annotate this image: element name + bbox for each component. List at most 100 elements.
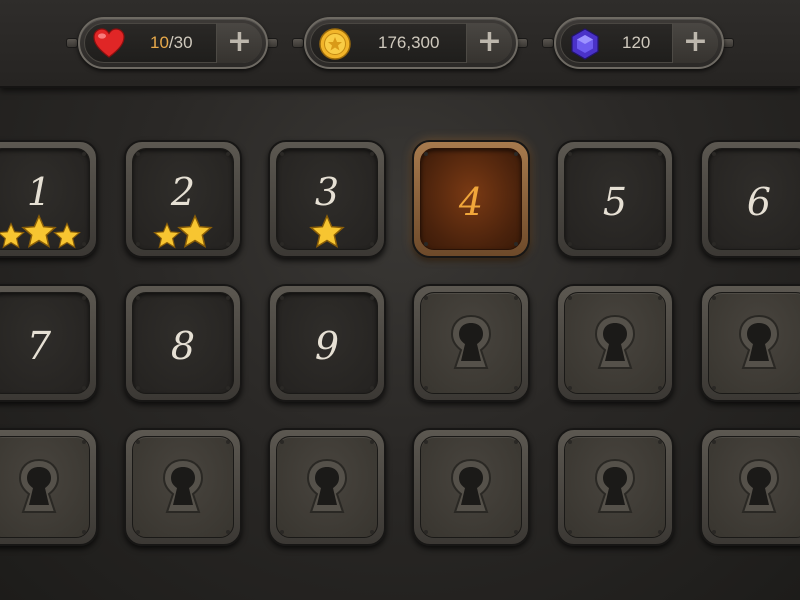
screw — [568, 296, 572, 300]
star-icon — [177, 214, 213, 249]
screw — [280, 440, 284, 444]
lock-icon — [450, 458, 492, 513]
level-number: 5 — [602, 180, 628, 224]
level-tile-2[interactable]: 2 — [124, 140, 242, 258]
star-icon — [21, 214, 57, 249]
screw — [226, 386, 230, 390]
screw — [82, 530, 86, 534]
lock-icon — [738, 458, 780, 513]
star-rating — [126, 214, 240, 250]
screw — [514, 386, 518, 390]
lock-icon — [162, 458, 204, 513]
screw — [136, 530, 140, 534]
level-tile-7[interactable]: 7 — [0, 284, 98, 402]
screw — [280, 152, 284, 156]
level-tile-locked[interactable] — [700, 284, 800, 402]
screw — [136, 386, 140, 390]
screw — [658, 530, 662, 534]
screw — [568, 242, 572, 246]
lock-icon — [306, 458, 348, 513]
gems-value: 120 — [622, 33, 651, 52]
screw — [424, 386, 428, 390]
screw — [370, 152, 374, 156]
lock-icon — [18, 458, 60, 513]
lock-icon — [738, 314, 780, 369]
lock-icon — [594, 458, 636, 513]
screw — [568, 386, 572, 390]
screw — [568, 152, 572, 156]
rivet — [292, 38, 304, 48]
level-tile-locked[interactable] — [556, 284, 674, 402]
rivet — [66, 38, 78, 48]
screw — [514, 242, 518, 246]
lock-icon — [594, 314, 636, 369]
lock-icon — [450, 314, 492, 369]
level-tile-6[interactable]: 6 — [700, 140, 800, 258]
screw — [514, 530, 518, 534]
star-rating — [0, 214, 96, 250]
rivet — [542, 38, 554, 48]
level-tile-9[interactable]: 9 — [268, 284, 386, 402]
screw — [658, 296, 662, 300]
screw — [424, 152, 428, 156]
heart-icon — [93, 28, 125, 58]
lives-value: 10/30 — [150, 33, 193, 53]
level-tile-5[interactable]: 5 — [556, 140, 674, 258]
screw — [658, 440, 662, 444]
coins-counter: 176,300 + — [304, 17, 518, 69]
screw — [658, 386, 662, 390]
level-tile-4[interactable]: 4 — [412, 140, 530, 258]
screw — [424, 440, 428, 444]
level-tile-locked[interactable] — [412, 284, 530, 402]
screw — [514, 440, 518, 444]
screw — [370, 386, 374, 390]
screw — [136, 440, 140, 444]
level-tile-locked[interactable] — [412, 428, 530, 546]
level-tile-locked[interactable] — [556, 428, 674, 546]
screw — [136, 296, 140, 300]
screw — [514, 152, 518, 156]
screw — [712, 296, 716, 300]
gems-counter: 120 + — [554, 17, 724, 69]
screw — [226, 152, 230, 156]
lives-current: 10 — [150, 33, 169, 52]
level-number: 6 — [746, 180, 772, 224]
level-tile-8[interactable]: 8 — [124, 284, 242, 402]
level-number: 1 — [26, 170, 52, 214]
screw — [658, 152, 662, 156]
screw — [226, 296, 230, 300]
screw — [82, 152, 86, 156]
level-tile-locked[interactable] — [268, 428, 386, 546]
level-tile-3[interactable]: 3 — [268, 140, 386, 258]
screw — [712, 152, 716, 156]
screw — [424, 530, 428, 534]
screw — [568, 530, 572, 534]
level-tile-locked[interactable] — [124, 428, 242, 546]
level-number: 2 — [170, 170, 196, 214]
screw — [136, 152, 140, 156]
screw — [424, 296, 428, 300]
screw — [370, 296, 374, 300]
screw — [658, 242, 662, 246]
screw — [280, 386, 284, 390]
screw — [82, 296, 86, 300]
level-tile-1[interactable]: 1 — [0, 140, 98, 258]
screw — [82, 386, 86, 390]
add-coins-button[interactable]: + — [466, 23, 512, 63]
add-gems-button[interactable]: + — [672, 23, 718, 63]
level-number: 7 — [26, 324, 52, 368]
coins-value: 176,300 — [378, 33, 440, 52]
screw — [370, 530, 374, 534]
screw — [226, 440, 230, 444]
add-lives-button[interactable]: + — [216, 23, 262, 63]
level-tile-locked[interactable] — [0, 428, 98, 546]
currency-bar: 10/30 + 176,300 + 120 + — [0, 0, 800, 88]
coin-icon — [319, 28, 351, 60]
level-tile-locked[interactable] — [700, 428, 800, 546]
screw — [712, 386, 716, 390]
screw — [712, 242, 716, 246]
gem-icon — [571, 28, 599, 60]
level-number: 9 — [314, 324, 340, 368]
level-number: 4 — [458, 180, 484, 224]
star-icon — [309, 214, 345, 249]
